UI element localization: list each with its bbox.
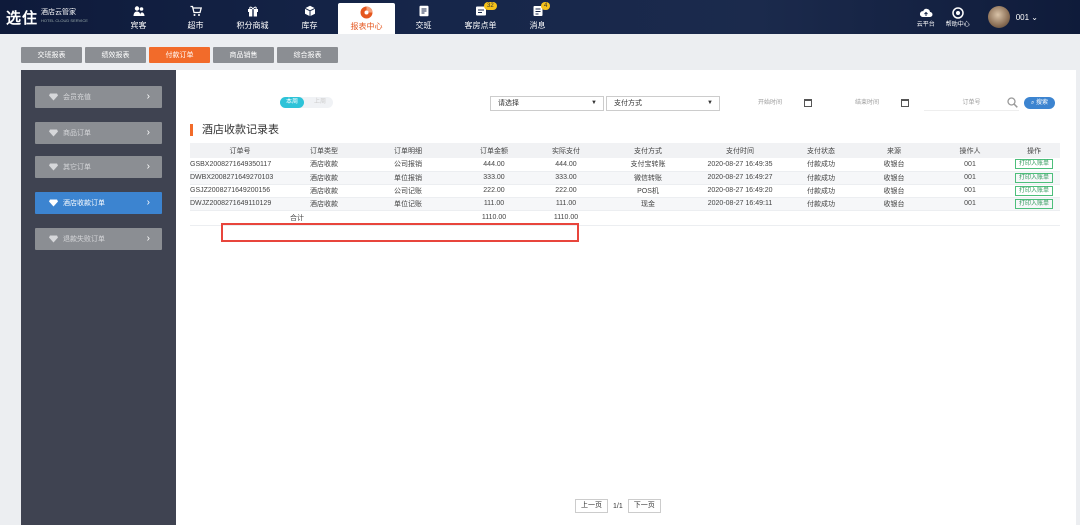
sidebar-item-refund-failed[interactable]: 退款失败订单 ›: [35, 228, 162, 250]
col-payment-time: 支付时间: [694, 143, 786, 158]
brand-name: 酒店云管家: [41, 9, 77, 16]
user-menu[interactable]: 001 ⌄: [1016, 13, 1038, 22]
chevron-right-icon: ›: [146, 127, 150, 138]
shift-icon: [417, 4, 431, 18]
print-receipt-button[interactable]: 打印入账单: [1014, 159, 1053, 170]
col-order-detail: 订单明细: [358, 143, 458, 158]
caret-down-icon: ▼: [707, 100, 713, 106]
top-bar: 选住 酒店云管家 HOTEL CLOUD SERVICE 宾客 超市 积分商城 库…: [0, 0, 1080, 34]
right-tools: 云平台 帮助中心 001 ⌄: [910, 0, 1080, 34]
week-toggle[interactable]: 本周 上周: [280, 97, 333, 108]
chevron-right-icon: ›: [146, 233, 150, 244]
receipts-table: 订单号 订单类型 订单明细 订单金额 实际支付 支付方式 支付时间 支付状态 来…: [190, 143, 1060, 226]
report-tabs: 交班报表 绩效报表 付款订单 商品销售 综合报表: [21, 47, 338, 63]
nav-report-center[interactable]: 报表中心: [338, 3, 395, 34]
nav-market[interactable]: 超市: [167, 0, 224, 34]
tab-shift-report[interactable]: 交班报表: [21, 47, 82, 63]
cloud-platform-button[interactable]: 云平台: [910, 7, 942, 28]
room-order-badge: 32: [484, 2, 497, 10]
diamond-icon: [49, 129, 58, 137]
col-payment-status: 支付状态: [786, 143, 856, 158]
chevron-right-icon: ›: [146, 197, 150, 208]
nav-message[interactable]: 消息 4: [509, 0, 566, 34]
chevron-down-icon: ⌄: [1031, 12, 1038, 22]
tab-payment-orders[interactable]: 付款订单: [149, 47, 210, 63]
col-order-type: 订单类型: [290, 143, 358, 158]
diamond-icon: [49, 199, 58, 207]
payment-method-select[interactable]: 支付方式 ▼: [606, 96, 720, 111]
gift-icon: [246, 4, 260, 18]
prev-page-button[interactable]: 上一页: [575, 499, 608, 513]
search-icon[interactable]: [1007, 97, 1018, 108]
page-info: 1/1: [613, 502, 623, 510]
next-page-button[interactable]: 下一页: [627, 499, 661, 513]
guest-icon: [132, 4, 146, 18]
sidebar-item-product-orders[interactable]: 商品订单 ›: [35, 122, 162, 144]
end-date-input[interactable]: 结束时间: [821, 96, 913, 111]
cart-icon: [189, 4, 203, 18]
toggle-last-week[interactable]: 上周: [308, 97, 332, 108]
caret-down-icon: ▼: [591, 100, 597, 106]
calendar-icon: [901, 99, 909, 107]
print-receipt-button[interactable]: 打印入账单: [1014, 185, 1053, 196]
col-payment-method: 支付方式: [602, 143, 694, 158]
total-amount: 1110.00: [458, 210, 530, 226]
chevron-right-icon: ›: [146, 91, 150, 102]
table-row: GSJZ2008271649200156 酒店收款 公司记账 222.00 22…: [190, 184, 1060, 198]
chevron-right-icon: ›: [146, 161, 150, 172]
nav-shift[interactable]: 交班: [395, 0, 452, 34]
diamond-icon: [49, 93, 58, 101]
tab-product-sales[interactable]: 商品销售: [213, 47, 274, 63]
brand-logo[interactable]: 选住 酒店云管家 HOTEL CLOUD SERVICE: [0, 7, 110, 28]
sidebar-item-member-recharge[interactable]: 会员充值 ›: [35, 86, 162, 108]
nav-guest[interactable]: 宾客: [110, 0, 167, 34]
category-select[interactable]: 请选择 ▼: [490, 96, 604, 111]
tab-general-report[interactable]: 综合报表: [277, 47, 338, 63]
help-icon: [951, 6, 964, 19]
main-nav: 宾客 超市 积分商城 库存 报表中心 交班 客房点单 32 消息 4: [110, 0, 566, 34]
nav-points-mall[interactable]: 积分商城: [224, 0, 281, 34]
pie-chart-icon: [360, 5, 374, 19]
nav-room-order[interactable]: 客房点单 32: [452, 0, 509, 34]
search-button[interactable]: ⌕ 搜索: [1024, 97, 1055, 109]
print-receipt-button[interactable]: 打印入账单: [1014, 172, 1053, 183]
table-row: DWBX2008271649270103 酒店收款 单位报销 333.00 33…: [190, 171, 1060, 185]
col-order-amount: 订单金额: [458, 143, 530, 158]
order-no-input[interactable]: 订单号: [924, 96, 1019, 111]
sidebar-item-other-orders[interactable]: 其它订单 ›: [35, 156, 162, 178]
col-action: 操作: [1008, 143, 1060, 158]
col-paid-amount: 实际支付: [530, 143, 602, 158]
diamond-icon: [49, 163, 58, 171]
sidebar: 会员充值 › 商品订单 › 其它订单 › 酒店收款订单 › 退款失败订单 ›: [21, 70, 176, 525]
start-date-input[interactable]: 开始时间: [724, 96, 816, 111]
total-paid: 1110.00: [530, 210, 602, 226]
calendar-icon: [804, 99, 812, 107]
sidebar-item-hotel-receipts[interactable]: 酒店收款订单 ›: [35, 192, 162, 214]
nav-stock[interactable]: 库存: [281, 0, 338, 34]
diamond-icon: [49, 235, 58, 243]
help-center-button[interactable]: 帮助中心: [942, 6, 974, 28]
total-row: 合计 1110.00 1110.00: [190, 210, 1060, 226]
table-row: DWJZ2008271649110129 酒店收款 单位记账 111.00 11…: [190, 197, 1060, 211]
brand-logo-text: 选住: [6, 9, 39, 27]
avatar[interactable]: [987, 6, 1010, 28]
section-title: 酒店收款记录表: [190, 124, 279, 136]
total-label: 合计: [290, 210, 358, 226]
cloud-icon: [919, 8, 933, 17]
search-icon: ⌕: [1030, 100, 1035, 106]
table-header-row: 订单号 订单类型 订单明细 订单金额 实际支付 支付方式 支付时间 支付状态 来…: [190, 143, 1060, 158]
table-row: GSBX2008271649350117 酒店收款 公司报销 444.00 44…: [190, 158, 1060, 172]
toggle-this-week[interactable]: 本周: [280, 97, 304, 108]
box-icon: [303, 4, 317, 18]
print-receipt-button[interactable]: 打印入账单: [1014, 198, 1053, 209]
main-content: 本周 上周 请选择 ▼ 支付方式 ▼ 开始时间 结束时间 订单号 ⌕ 搜索 酒店收款…: [176, 70, 1076, 525]
brand-sub: HOTEL CLOUD SERVICE: [41, 18, 88, 23]
total-highlight-box: [221, 223, 579, 242]
pagination: 上一页 1/1 下一页: [575, 499, 661, 513]
tab-performance-report[interactable]: 绩效报表: [85, 47, 146, 63]
col-operator: 操作人: [932, 143, 1008, 158]
col-order-no: 订单号: [190, 143, 290, 158]
col-source: 来源: [856, 143, 932, 158]
message-badge: 4: [541, 2, 551, 10]
